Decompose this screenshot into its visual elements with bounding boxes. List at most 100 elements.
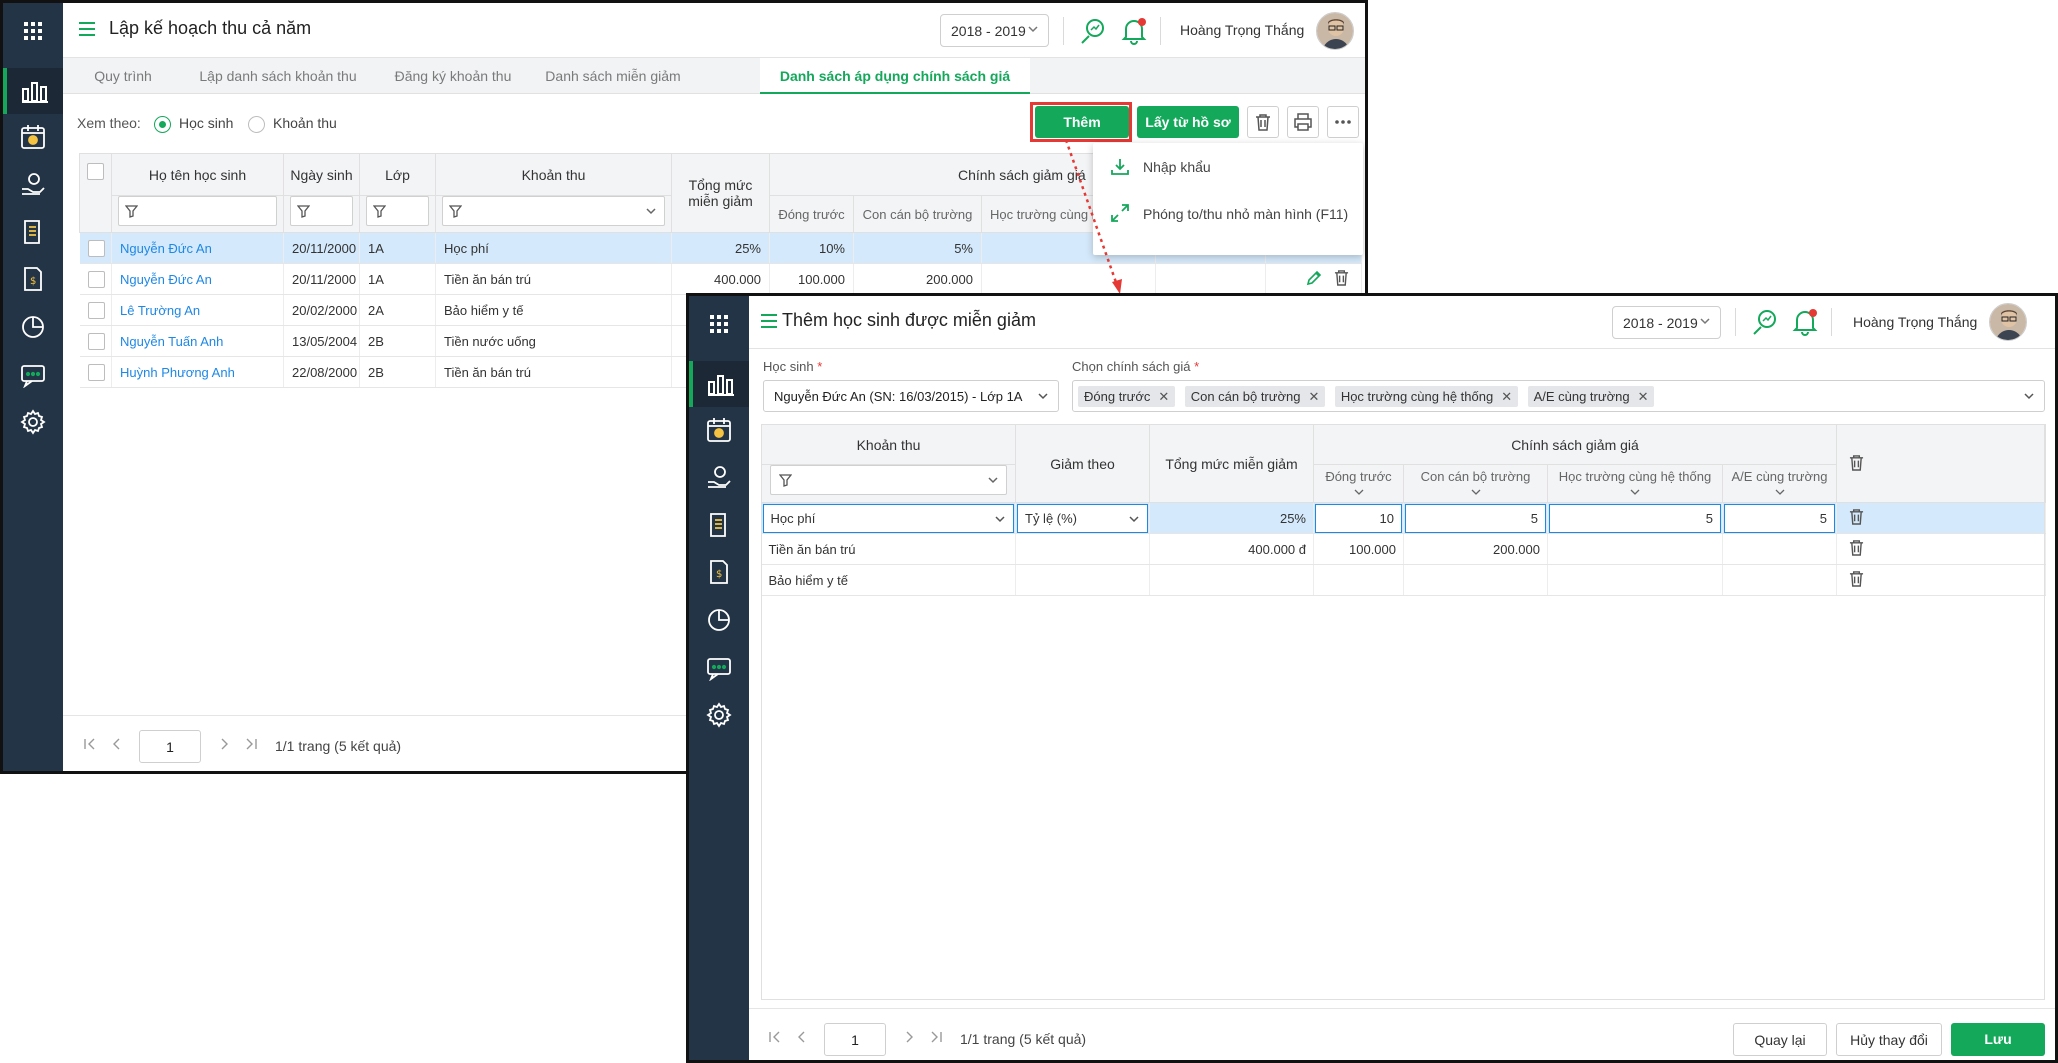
sidebar-item-report[interactable] — [3, 304, 63, 350]
tab-fee-registration[interactable]: Đăng ký khoản thu — [373, 58, 533, 94]
radio-fee[interactable] — [248, 116, 265, 133]
student-name-link[interactable]: Nguyễn Đức An — [111, 232, 284, 264]
sibling-input[interactable]: 5 — [1724, 503, 1836, 533]
tab-bar: Quy trình Lập danh sách khoản thu Đăng k… — [63, 58, 1365, 94]
cell-class: 1A — [359, 263, 436, 295]
discard-changes-button[interactable]: Hủy thay đổi — [1836, 1023, 1942, 1056]
sidebar-item-settings[interactable] — [689, 692, 749, 738]
remove-tag-icon[interactable]: ✕ — [1308, 389, 1319, 404]
tab-exemption-list[interactable]: Danh sách miễn giảm — [533, 58, 693, 94]
page-number-input[interactable]: 1 — [139, 730, 201, 763]
next-page-icon[interactable] — [219, 738, 229, 750]
last-page-icon[interactable] — [245, 738, 257, 750]
trash-icon[interactable] — [1849, 570, 1864, 587]
trash-icon[interactable] — [1849, 539, 1864, 556]
row-checkbox[interactable] — [87, 270, 105, 288]
back-button[interactable]: Quay lại — [1733, 1023, 1827, 1056]
notification-bell-icon[interactable] — [1121, 17, 1147, 45]
tab-fee-list[interactable]: Lập danh sách khoản thu — [188, 58, 368, 94]
chevron-down-icon[interactable] — [1630, 489, 1640, 496]
trash-icon[interactable] — [1334, 269, 1349, 286]
hamburger-menu-icon[interactable] — [79, 22, 95, 36]
tab-process[interactable]: Quy trình — [63, 58, 183, 94]
student-select[interactable]: Nguyễn Đức An (SN: 16/03/2015) - Lớp 1A — [763, 380, 1059, 412]
policy-multiselect[interactable]: Đóng trước ✕ Con cán bộ trường ✕ Học trườn… — [1072, 380, 2045, 412]
select-all-checkbox[interactable] — [87, 162, 104, 180]
school-year-select[interactable]: 2018 - 2019 — [940, 14, 1049, 47]
print-button[interactable] — [1287, 106, 1319, 138]
last-page-icon[interactable] — [930, 1031, 942, 1043]
trash-icon[interactable] — [1849, 508, 1864, 525]
filter-dob-input[interactable] — [290, 196, 353, 226]
first-page-icon[interactable] — [769, 1031, 781, 1043]
first-page-icon[interactable] — [84, 738, 96, 750]
student-name-link[interactable]: Huỳnh Phương Anh — [111, 356, 284, 388]
avatar[interactable] — [1989, 303, 2027, 341]
sidebar-item-dashboard[interactable] — [3, 68, 63, 114]
sidebar-item-payments[interactable] — [3, 162, 63, 208]
table-row[interactable]: Nguyễn Đức An 20/11/2000 1A Tiền ăn bán … — [79, 263, 1362, 295]
prev-page-icon[interactable] — [797, 1031, 807, 1043]
sidebar-item-receipts[interactable] — [689, 502, 749, 548]
fee-select-value: Học phí — [770, 510, 816, 526]
student-name-link[interactable]: Nguyễn Tuấn Anh — [111, 325, 284, 357]
page-number-input[interactable]: 1 — [824, 1023, 886, 1056]
filter-fee-select[interactable] — [770, 465, 1007, 495]
chevron-down-icon[interactable] — [1354, 489, 1364, 496]
get-from-profile-button[interactable]: Lấy từ hồ sơ — [1137, 106, 1239, 138]
filter-fee-select[interactable] — [442, 196, 665, 226]
next-page-icon[interactable] — [904, 1031, 914, 1043]
student-name-link[interactable]: Lê Trường An — [111, 294, 284, 326]
save-button[interactable]: Lưu — [1951, 1023, 2045, 1056]
trash-icon[interactable] — [1849, 454, 1864, 471]
edit-pencil-icon[interactable] — [1306, 270, 1322, 286]
avatar[interactable] — [1316, 12, 1354, 50]
sidebar-item-settings[interactable] — [3, 399, 63, 445]
apps-grid-icon[interactable] — [689, 296, 749, 351]
tab-price-policy-list[interactable]: Danh sách áp dụng chính sách giá — [760, 58, 1030, 94]
sidebar-item-invoice[interactable]: $ — [689, 549, 749, 595]
sidebar-item-receipts[interactable] — [3, 209, 63, 255]
sidebar-item-dashboard[interactable] — [689, 361, 749, 407]
filter-name-input[interactable] — [118, 196, 277, 226]
table-row[interactable]: Tiền ăn bán trú 400.000 đ 100.000 200.00… — [761, 533, 2047, 565]
chevron-down-icon[interactable] — [1471, 489, 1481, 496]
filter-class-input[interactable] — [366, 196, 429, 226]
apps-grid-icon[interactable] — [3, 3, 63, 58]
sidebar-item-invoice[interactable]: $ — [3, 256, 63, 302]
hamburger-menu-icon[interactable] — [761, 314, 777, 328]
sidebar-item-calendar[interactable] — [3, 114, 63, 160]
sidebar-item-report[interactable] — [689, 597, 749, 643]
remove-tag-icon[interactable]: ✕ — [1638, 389, 1649, 404]
policy-tag-label: A/E cùng trường — [1533, 389, 1630, 404]
notification-bell-icon[interactable] — [1792, 308, 1818, 336]
prev-page-icon[interactable] — [112, 738, 122, 750]
table-row[interactable]: Bảo hiểm y tế — [761, 564, 2047, 596]
school-year-select[interactable]: 2018 - 2019 — [1612, 306, 1721, 339]
staff-child-input[interactable]: 5 — [1405, 503, 1546, 533]
sidebar-item-payments[interactable] — [689, 455, 749, 501]
remove-tag-icon[interactable]: ✕ — [1158, 389, 1169, 404]
row-checkbox[interactable] — [87, 301, 105, 319]
row-checkbox[interactable] — [87, 332, 105, 350]
row-checkbox[interactable] — [87, 239, 105, 257]
remove-tag-icon[interactable]: ✕ — [1501, 389, 1512, 404]
row-checkbox[interactable] — [87, 363, 105, 381]
search-analytics-icon[interactable] — [1752, 309, 1778, 335]
fee-select[interactable]: Học phí — [762, 503, 1014, 533]
sidebar-item-messages[interactable] — [3, 353, 63, 399]
chevron-down-icon[interactable] — [1775, 489, 1785, 496]
more-button[interactable] — [1327, 106, 1359, 138]
menu-item-fullscreen[interactable]: Phóng to/thu nhỏ màn hình (F11) — [1093, 190, 1363, 236]
reduce-by-select[interactable]: Tỷ lệ (%) — [1017, 503, 1148, 533]
search-analytics-icon[interactable] — [1080, 18, 1106, 44]
same-system-input[interactable]: 5 — [1549, 503, 1721, 533]
prepay-input[interactable]: 10 — [1315, 503, 1402, 533]
sidebar-item-calendar[interactable] — [689, 407, 749, 453]
radio-student[interactable] — [154, 116, 171, 133]
sidebar-item-messages[interactable] — [689, 646, 749, 692]
menu-item-import[interactable]: Nhập khẩu — [1093, 143, 1363, 189]
delete-button[interactable] — [1247, 106, 1279, 138]
table-row[interactable]: Học phí Tỷ lệ (%) 25% 10 5 5 5 — [761, 502, 2047, 534]
student-name-link[interactable]: Nguyễn Đức An — [111, 263, 284, 295]
